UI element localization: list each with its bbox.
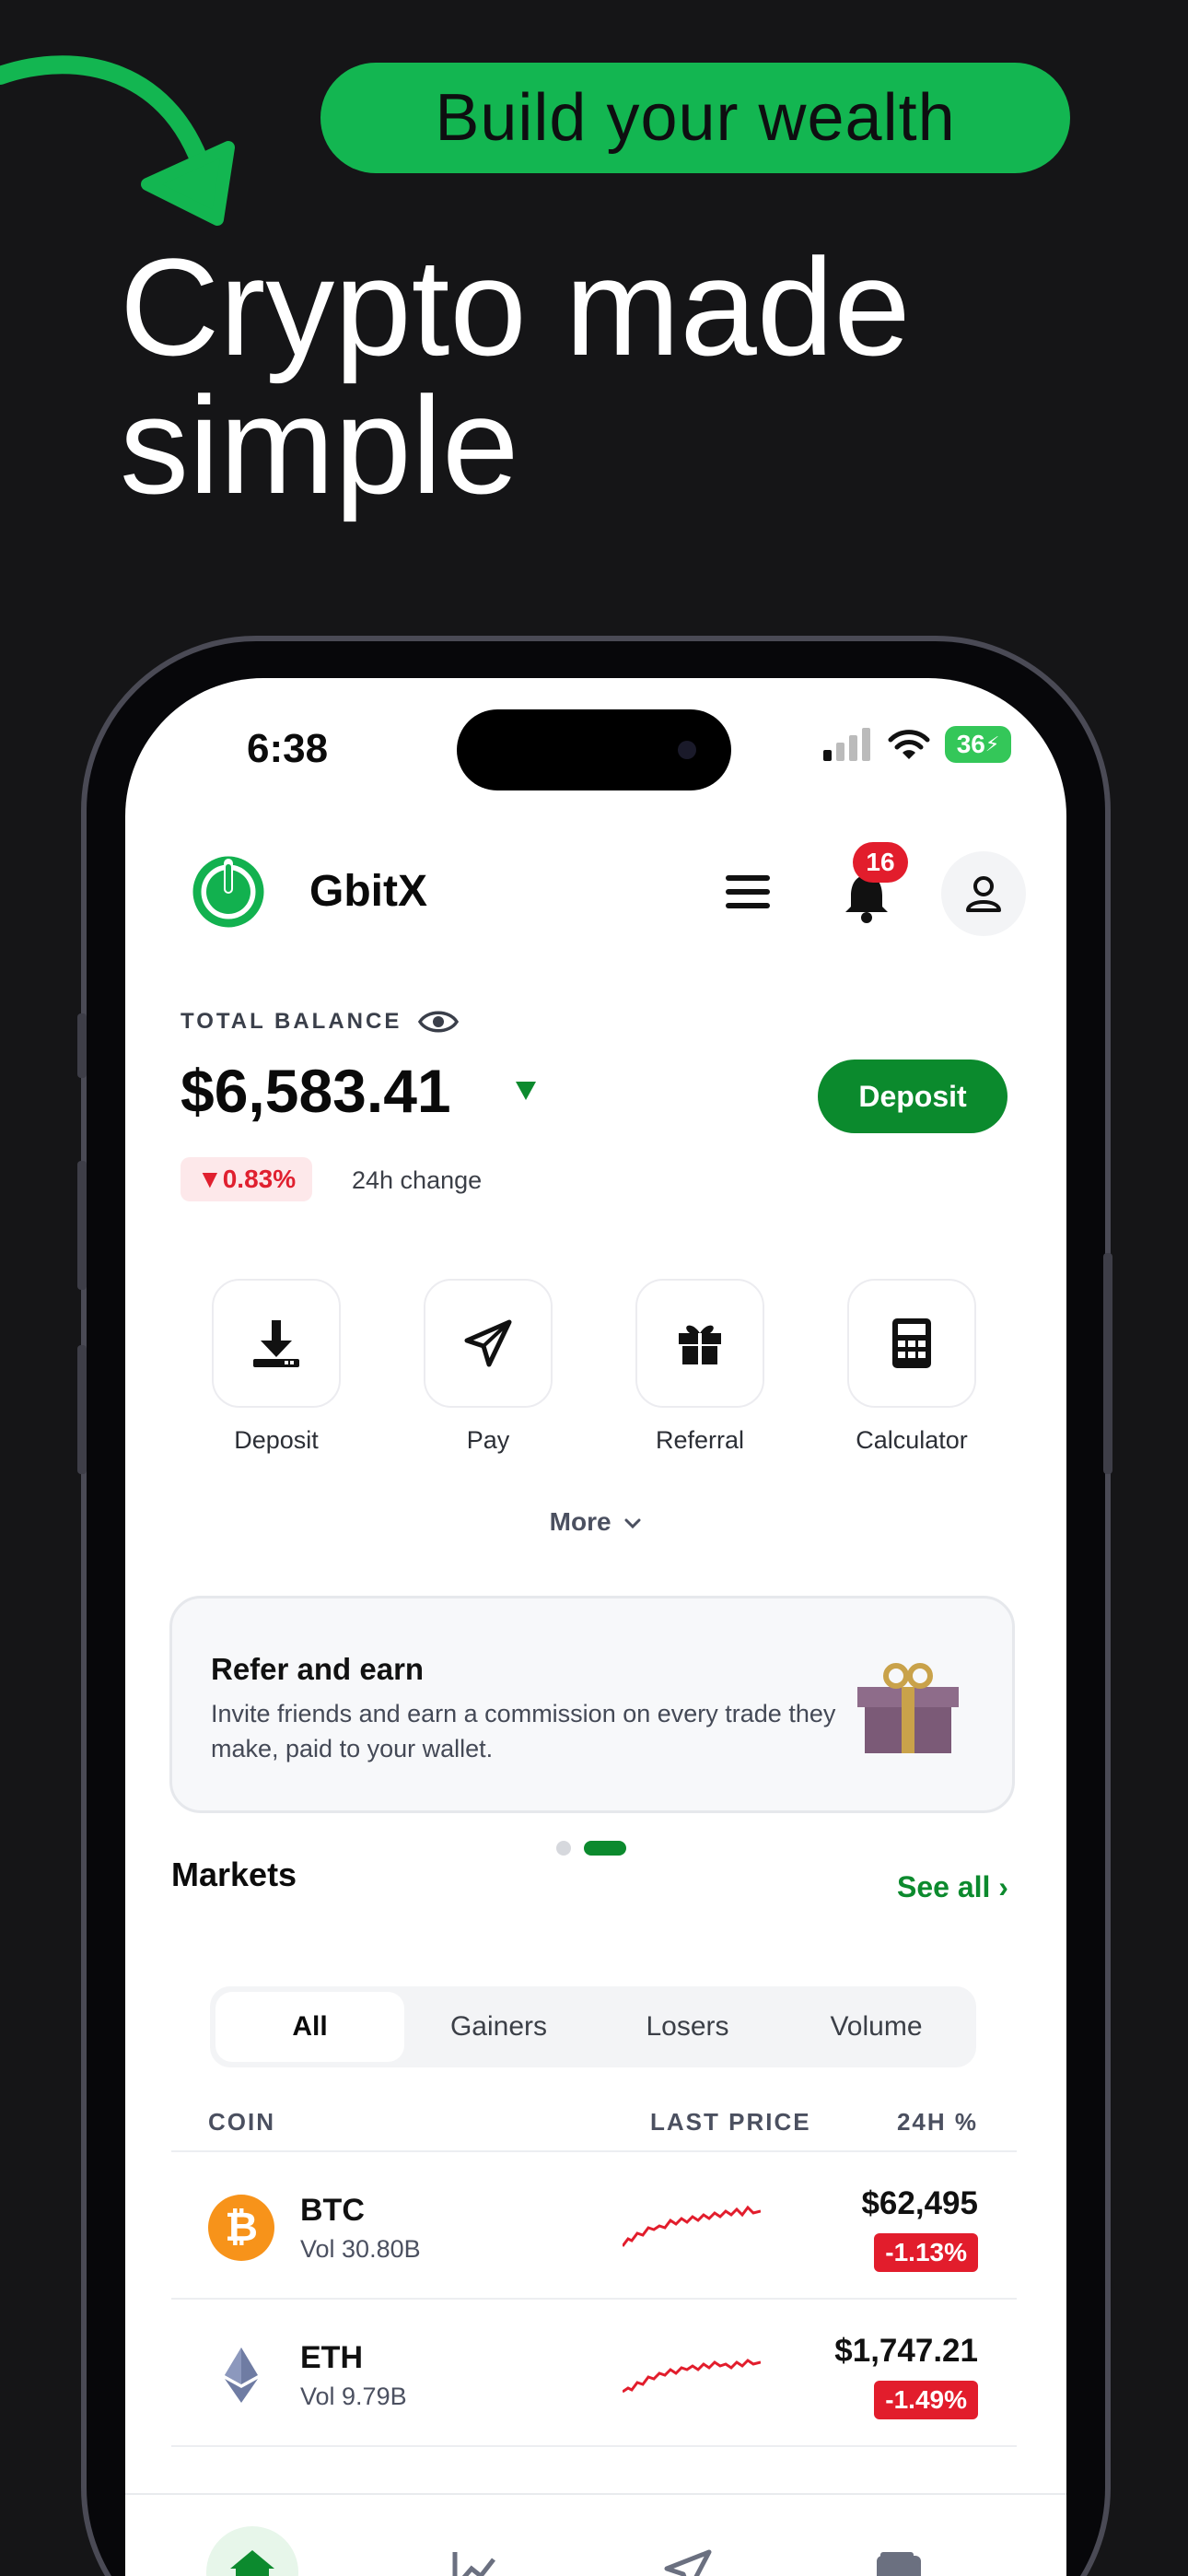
quick-action-label: Calculator [856,1426,968,1454]
btc-sparkline [623,2205,761,2247]
eth-sparkline [623,2359,761,2394]
nav-markets[interactable] [429,2526,521,2576]
status-time: 6:38 [247,726,329,771]
market-row-eth[interactable]: ETH Vol 9.79B $1,747.21 -1.49% [171,2300,1017,2447]
more-toggle[interactable]: More [125,1507,1066,1537]
wifi-icon [888,730,930,759]
user-icon [966,876,1001,912]
eye-icon[interactable] [418,1008,460,1036]
col-coin: COIN [208,2108,275,2136]
market-tabs: All Gainers Losers Volume [210,1986,976,2067]
balance-down-arrow-icon [516,1082,536,1100]
profile-button[interactable] [941,851,1026,936]
coin-volume: Vol 9.79B [300,2383,407,2410]
change-label: 24h change [352,1166,483,1194]
balance-label: TOTAL BALANCE [181,1009,402,1034]
tab-gainers[interactable]: Gainers [404,1992,593,2062]
nav-wallet[interactable] [853,2526,945,2576]
refer-title: Refer and earn [211,1652,425,1686]
market-row-btc[interactable]: ₿ BTC Vol 30.80B $62,495 -1.13% [171,2152,1017,2300]
battery-indicator: 36 ⚡ [945,726,1011,763]
curved-arrow-icon [0,55,235,226]
ethereum-icon [208,2342,274,2408]
quick-action-box[interactable] [212,1279,341,1408]
bottom-nav [125,2493,1066,2576]
quick-action-pay[interactable]: Pay [424,1279,553,1455]
coin-change-badge: -1.49% [874,2381,978,2419]
gbitx-logo-icon[interactable] [192,855,265,929]
markets-title: Markets [171,1856,297,1893]
deposit-button[interactable]: Deposit [818,1060,1007,1133]
coin-volume: Vol 30.80B [300,2235,421,2263]
col-change: 24H % [896,2108,978,2136]
app-screen: 6:38 36 ⚡ GbitX 16 TOTAL BALANCE $6,583.… [125,678,1066,2576]
promo-headline: Crypto made simple [120,238,1133,514]
coin-price: $1,747.21 [834,2333,978,2369]
bitcoin-icon: ₿ [208,2195,274,2261]
download-tray-icon [253,1320,299,1367]
hamburger-menu-icon[interactable] [724,870,772,914]
market-table-header: COIN LAST PRICE 24H % [171,2097,1017,2152]
quick-action-referral[interactable]: Referral [635,1279,764,1455]
carousel-dot[interactable] [556,1841,571,1856]
quick-action-calculator[interactable]: Calculator [847,1279,976,1455]
ethereum-diamond-icon [225,2348,258,2403]
col-last-price: LAST PRICE [650,2108,811,2136]
refer-card[interactable]: Refer and earn Invite friends and earn a… [169,1596,1015,1813]
coin-price: $62,495 [861,2185,978,2221]
chart-trend-icon [452,2552,495,2576]
signal-icon [823,728,870,761]
headline-line-1: Crypto made [120,229,911,384]
coin-symbol: BTC [300,2193,365,2228]
phone-volume-up-button [77,1161,87,1290]
chevron-down-icon [624,1518,641,1529]
paper-plane-nav-icon [664,2549,712,2576]
battery-level: 36 [956,730,985,758]
quick-action-box[interactable] [635,1279,764,1408]
quick-action-label: Deposit [234,1426,319,1454]
quick-action-label: Pay [466,1426,510,1454]
phone-volume-down-button [77,1345,87,1474]
phone-power-button [1103,1253,1112,1474]
refer-text: Invite friends and earn a commission on … [211,1700,836,1762]
coin-change-badge: -1.13% [874,2233,978,2272]
quick-action-box[interactable] [847,1279,976,1408]
phone-side-button [77,1013,87,1078]
promo-tag: Build your wealth [320,63,1070,173]
quick-action-label: Referral [655,1426,745,1454]
notification-badge: 16 [853,842,908,883]
quick-action-deposit[interactable]: Deposit [212,1279,341,1455]
tab-all[interactable]: All [215,1992,404,2062]
brand-name: GbitX [309,867,427,916]
balance-label-row: TOTAL BALANCE [181,1008,460,1036]
calculator-icon [892,1318,931,1368]
home-icon [230,2550,274,2576]
change-badge: ▼0.83% [181,1157,313,1201]
wallet-icon [877,2552,921,2576]
dynamic-island [457,709,731,790]
tab-losers[interactable]: Losers [593,1992,782,2062]
nav-send[interactable] [641,2526,733,2576]
tab-volume[interactable]: Volume [782,1992,971,2062]
status-icons: 36 ⚡ [821,726,1011,763]
gift-icon [679,1325,721,1364]
headline-line-2: simple [120,368,519,522]
carousel-dot-active[interactable] [584,1841,626,1856]
balance-value: $6,583.41 [181,1057,451,1125]
gift-illustration-icon [857,1663,959,1753]
app-header: GbitX 16 [125,842,1066,943]
paper-plane-icon [464,1319,512,1367]
see-all-link[interactable]: See all › [897,1870,1008,1904]
coin-symbol: ETH [300,2340,363,2375]
carousel-dots[interactable] [556,1841,626,1856]
nav-home[interactable] [206,2526,298,2576]
more-label: More [549,1507,611,1536]
quick-action-box[interactable] [424,1279,553,1408]
